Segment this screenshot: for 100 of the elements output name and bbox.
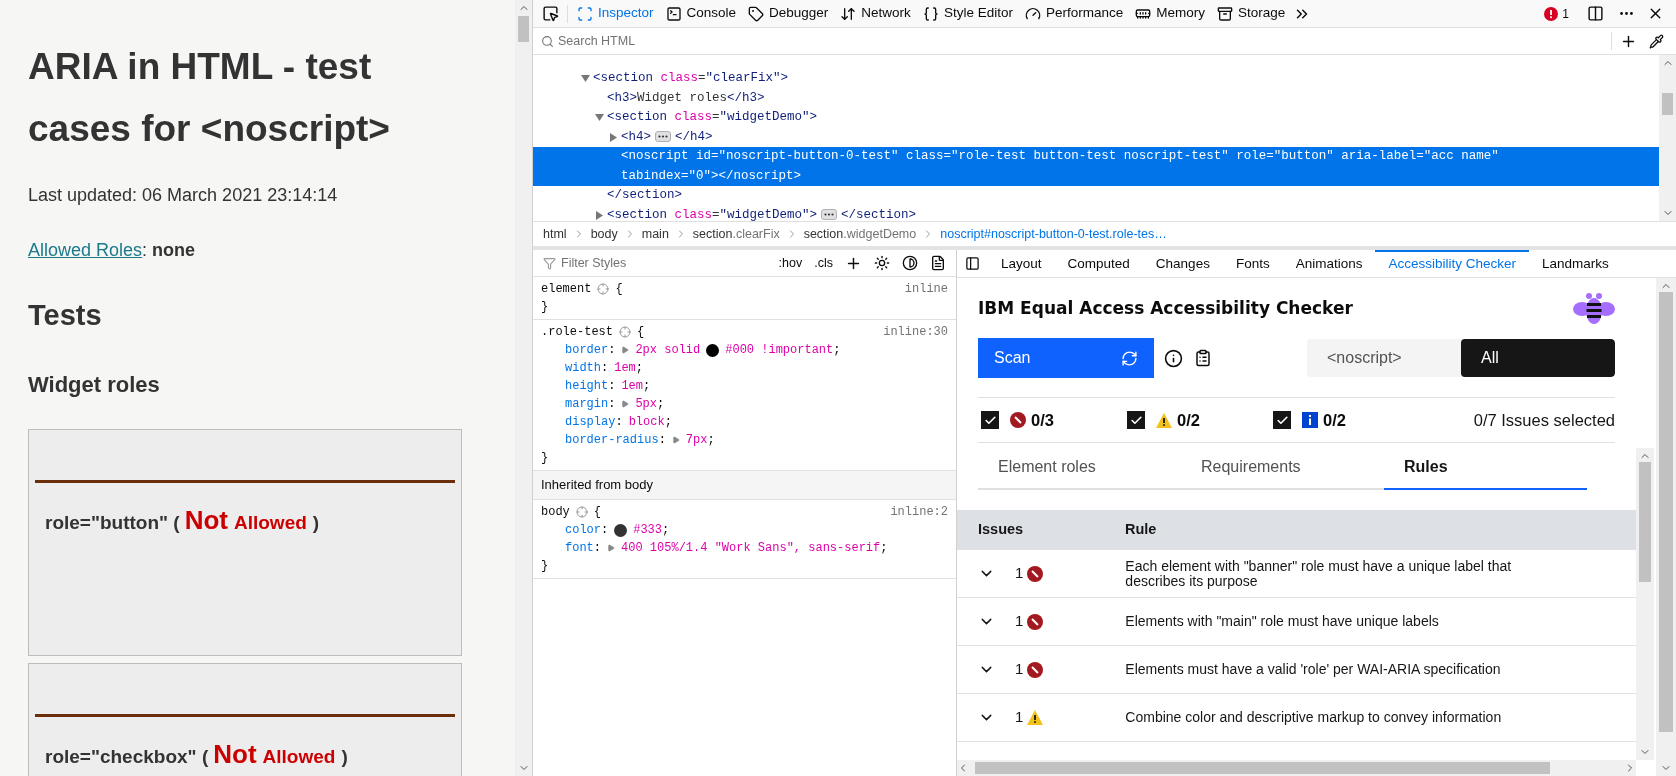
markup-row[interactable]: <section class="widgetDemo"> </section> — [533, 205, 1659, 221]
rule-source[interactable]: inline — [904, 280, 948, 298]
property-value[interactable]: block — [628, 413, 665, 431]
breadcrumb[interactable]: main — [641, 224, 669, 244]
markup-line[interactable]: <noscript id="noscript-button-0-test" class="role-test button-test noscript-test" role="button" aria-label="acc name" tabindex="0"></noscript> — [621, 147, 1521, 186]
scrollbar[interactable] — [515, 0, 532, 776]
property-name[interactable]: margin — [565, 395, 609, 413]
markup-line[interactable]: <section class="widgetDemo"> — [607, 108, 818, 128]
scrollbar[interactable] — [1636, 448, 1654, 760]
property-value[interactable]: #333 — [633, 521, 663, 539]
expand-icon[interactable] — [607, 544, 615, 552]
property-value[interactable]: 7px — [685, 431, 708, 449]
sidebar-tab[interactable]: Accessibility Checker — [1375, 249, 1529, 278]
eyedropper-icon[interactable] — [1649, 33, 1664, 49]
info-icon[interactable] — [1164, 348, 1183, 368]
color-swatch[interactable] — [614, 523, 628, 537]
scrollbar-thumb[interactable] — [1639, 462, 1651, 582]
document-icon[interactable] — [930, 255, 946, 271]
property-name[interactable]: border-radius — [565, 431, 659, 449]
property-name[interactable]: color — [565, 521, 601, 539]
property-value[interactable]: #000 !important — [725, 341, 834, 359]
dock-icon[interactable] — [1587, 5, 1604, 22]
twisty-icon[interactable] — [609, 132, 618, 142]
search-field[interactable]: Search HTML — [558, 31, 1603, 51]
property-value[interactable]: 1em — [621, 377, 644, 395]
filter-checkbox[interactable] — [1273, 411, 1291, 429]
breadcrumb[interactable]: section.widgetDemo — [803, 224, 917, 244]
markup-row[interactable]: <h4> </h4> — [533, 127, 1659, 147]
markup-line[interactable]: <section class="clearFix"> — [593, 69, 789, 89]
sidebar-tab[interactable]: Fonts — [1222, 249, 1283, 278]
filter-checkbox[interactable] — [981, 411, 999, 429]
devtools-tab[interactable]: Style Editor — [916, 0, 1019, 28]
breadcrumb[interactable]: noscript#noscript-button-0-test.role-tes… — [940, 224, 1167, 244]
expand-icon[interactable] — [621, 400, 630, 408]
markup-line[interactable]: <h3>Widget roles</h3> — [607, 88, 765, 108]
scrollbar[interactable] — [1656, 278, 1676, 776]
breadcrumb[interactable]: body — [590, 224, 618, 244]
horizontal-scrollbar[interactable] — [957, 760, 1636, 776]
twisty-icon[interactable] — [581, 74, 590, 83]
scan-button[interactable]: Scan — [978, 338, 1154, 378]
markup-line[interactable]: <h4> </h4> — [621, 127, 713, 147]
crosshair-icon[interactable] — [575, 506, 588, 518]
devtools-tab[interactable]: Debugger — [742, 0, 835, 28]
property-name[interactable]: border — [565, 341, 609, 359]
scrollbar-thumb[interactable] — [1662, 93, 1673, 115]
panel-toggle-icon[interactable] — [965, 256, 980, 271]
scope-option[interactable]: <noscript> — [1307, 339, 1461, 377]
crosshair-icon[interactable] — [619, 326, 631, 338]
pseudo-toggle[interactable]: .cls — [808, 253, 839, 273]
sidebar-tab[interactable]: Layout — [988, 249, 1055, 278]
pseudo-toggle[interactable]: :hov — [772, 253, 809, 273]
twisty-icon[interactable] — [595, 210, 604, 220]
view-tab[interactable]: Requirements — [1181, 445, 1384, 490]
crosshair-icon[interactable] — [597, 283, 610, 295]
breadcrumb[interactable]: section.clearFix — [692, 224, 780, 244]
markup-row[interactable]: <section class="clearFix"> — [533, 69, 1659, 89]
markup-line[interactable]: </section> — [607, 186, 682, 206]
sidebar-tab[interactable]: Changes — [1142, 249, 1223, 278]
view-tab[interactable]: Element roles — [978, 445, 1181, 490]
property-value[interactable]: 1em — [614, 359, 636, 377]
property-name[interactable]: font — [565, 539, 594, 557]
devtools-tab[interactable]: Storage — [1210, 0, 1292, 28]
sidebar-tab[interactable]: Landmarks — [1529, 249, 1622, 278]
property-value[interactable]: 400 105%/1.4 "Work Sans", sans-serif — [621, 539, 881, 557]
sidebar-tab[interactable]: Animations — [1282, 249, 1376, 278]
property-name[interactable]: width — [565, 359, 601, 377]
markup-row[interactable]: <noscript id="noscript-button-0-test" class="role-test button-test noscript-test" role="button" aria-label="acc name" tabindex="0"></noscript> — [533, 147, 1659, 186]
filter-field[interactable]: Filter Styles — [561, 253, 773, 273]
clipboard-icon[interactable] — [1194, 349, 1212, 367]
contrast-icon[interactable] — [902, 255, 918, 271]
devtools-tab[interactable]: Memory — [1129, 0, 1211, 28]
markup-row[interactable]: <h3>Widget roles</h3> — [533, 88, 1659, 108]
devtools-tab[interactable]: Network — [834, 0, 917, 28]
scope-option[interactable]: All — [1461, 339, 1615, 377]
property-name[interactable]: display — [565, 413, 616, 431]
property-value[interactable]: 5px — [635, 395, 658, 413]
sidebar-tab[interactable]: Computed — [1054, 249, 1143, 278]
sun-icon[interactable] — [874, 255, 890, 271]
error-badge[interactable]: 1 — [1544, 4, 1569, 23]
ellipsis-badge[interactable] — [821, 208, 838, 220]
filter-checkbox[interactable] — [1127, 411, 1145, 429]
scrollbar-thumb[interactable] — [975, 762, 1550, 774]
allowed-roles-link[interactable]: Allowed Roles — [28, 237, 143, 264]
ellipsis-badge[interactable] — [655, 130, 671, 142]
markup-line[interactable]: <section class="widgetDemo"> </section> — [607, 205, 917, 221]
expand-icon[interactable] — [621, 346, 630, 354]
devtools-tab[interactable]: Inspector — [571, 0, 660, 28]
property-name[interactable]: height — [565, 377, 609, 395]
breadcrumb[interactable]: html — [543, 224, 567, 244]
rule-source[interactable]: inline:30 — [883, 323, 948, 341]
scrollbar-thumb[interactable] — [1659, 292, 1673, 732]
property-value[interactable]: 2px solid — [635, 341, 701, 359]
color-swatch[interactable] — [706, 343, 720, 357]
devtools-tab[interactable]: Performance — [1018, 0, 1130, 28]
markup-row[interactable]: <section class="widgetDemo"> — [533, 108, 1659, 128]
view-tab[interactable]: Rules — [1384, 445, 1587, 490]
expand-icon[interactable] — [671, 436, 680, 444]
twisty-icon[interactable] — [595, 113, 604, 122]
devtools-tab[interactable]: Console — [659, 0, 743, 28]
scrollbar-thumb[interactable] — [518, 16, 529, 42]
